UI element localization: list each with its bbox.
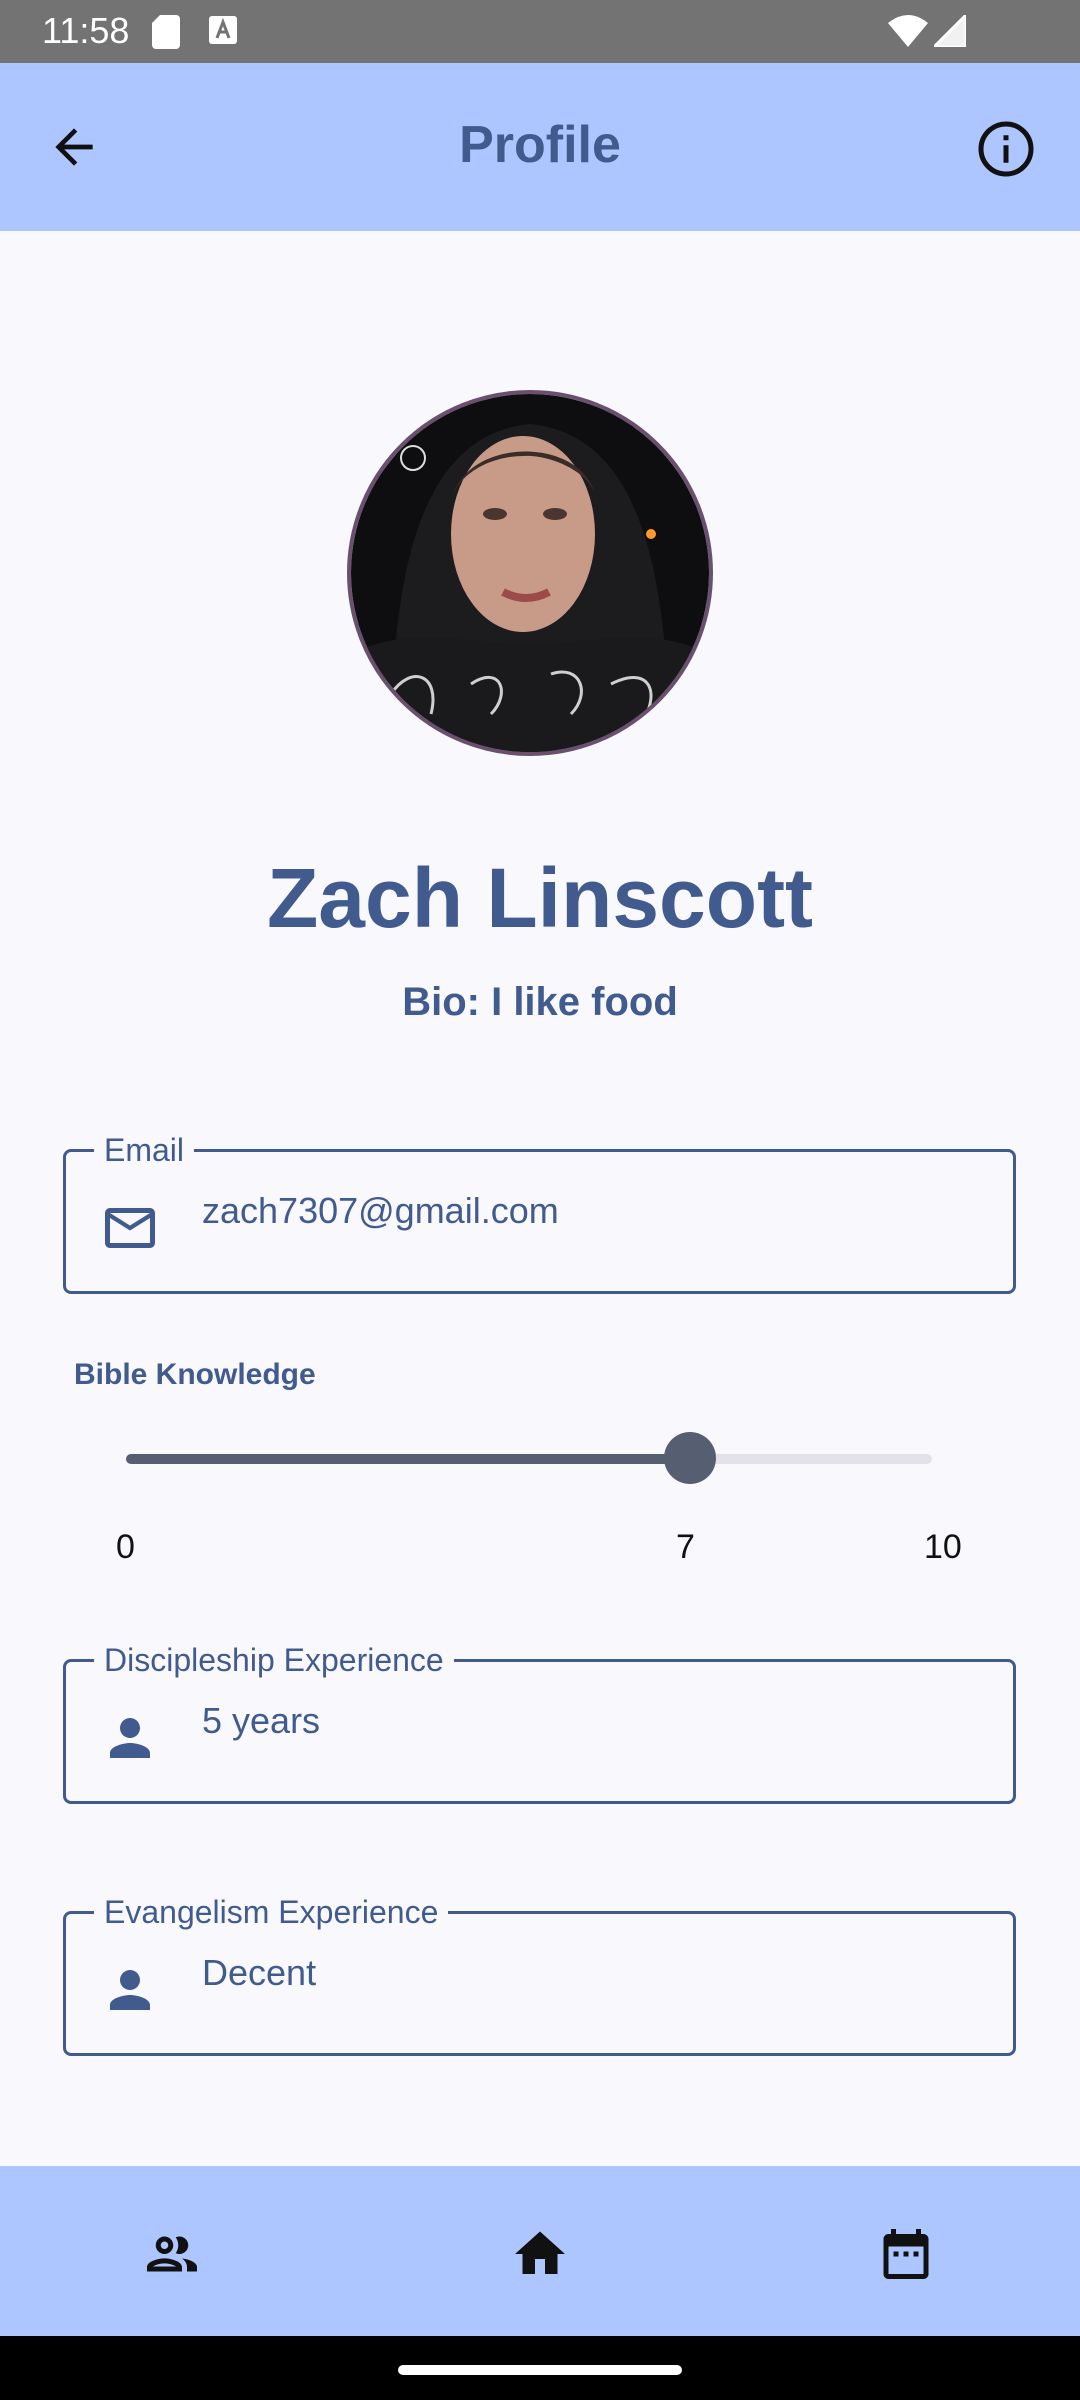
calendar-icon[interactable] — [876, 2224, 936, 2284]
people-icon[interactable] — [142, 2224, 202, 2284]
person-icon — [110, 1718, 150, 1758]
bottom-nav — [0, 2166, 1080, 2336]
discipleship-field-value: 5 years — [202, 1700, 321, 1741]
evangelism-field-value: Decent — [202, 1952, 317, 1993]
email-field[interactable]: Email zach7307@gmail.com — [63, 1130, 1016, 1294]
home-gesture-handle[interactable] — [398, 2365, 682, 2375]
cell-signal-icon — [934, 15, 966, 47]
home-icon[interactable] — [510, 2224, 570, 2284]
slider-track-active — [126, 1454, 691, 1464]
keyboard-indicator-icon — [209, 16, 237, 44]
slider-max-label: 10 — [924, 1528, 962, 1566]
info-icon[interactable] — [976, 119, 1036, 179]
app-bar: Profile — [0, 63, 1080, 231]
mail-icon — [105, 1208, 155, 1248]
page-title: Profile — [459, 116, 621, 174]
status-time: 11:58 — [42, 10, 130, 51]
discipleship-field-label: Discipleship Experience — [94, 1640, 454, 1680]
slider-value-label: 7 — [676, 1528, 695, 1566]
bible-knowledge-label: Bible Knowledge — [74, 1358, 316, 1391]
person-icon — [110, 1970, 150, 2010]
evangelism-experience-field[interactable]: Evangelism Experience Decent — [63, 1892, 1016, 2056]
email-field-label: Email — [94, 1130, 195, 1170]
profile-bio: Bio: I like food — [402, 980, 678, 1024]
profile-name: Zach Linscott — [266, 851, 814, 945]
system-nav-bar — [0, 2336, 1080, 2400]
slider-min-label: 0 — [116, 1528, 135, 1566]
email-field-value: zach7307@gmail.com — [202, 1190, 559, 1231]
slider-thumb[interactable] — [664, 1432, 717, 1484]
evangelism-field-label: Evangelism Experience — [94, 1892, 449, 1932]
profile-photo — [351, 394, 709, 752]
avatar[interactable] — [347, 390, 713, 756]
status-bar: 11:58 — [0, 0, 1080, 63]
wifi-icon — [888, 15, 928, 47]
sd-card-icon — [152, 15, 180, 49]
discipleship-experience-field[interactable]: Discipleship Experience 5 years — [63, 1640, 1016, 1804]
